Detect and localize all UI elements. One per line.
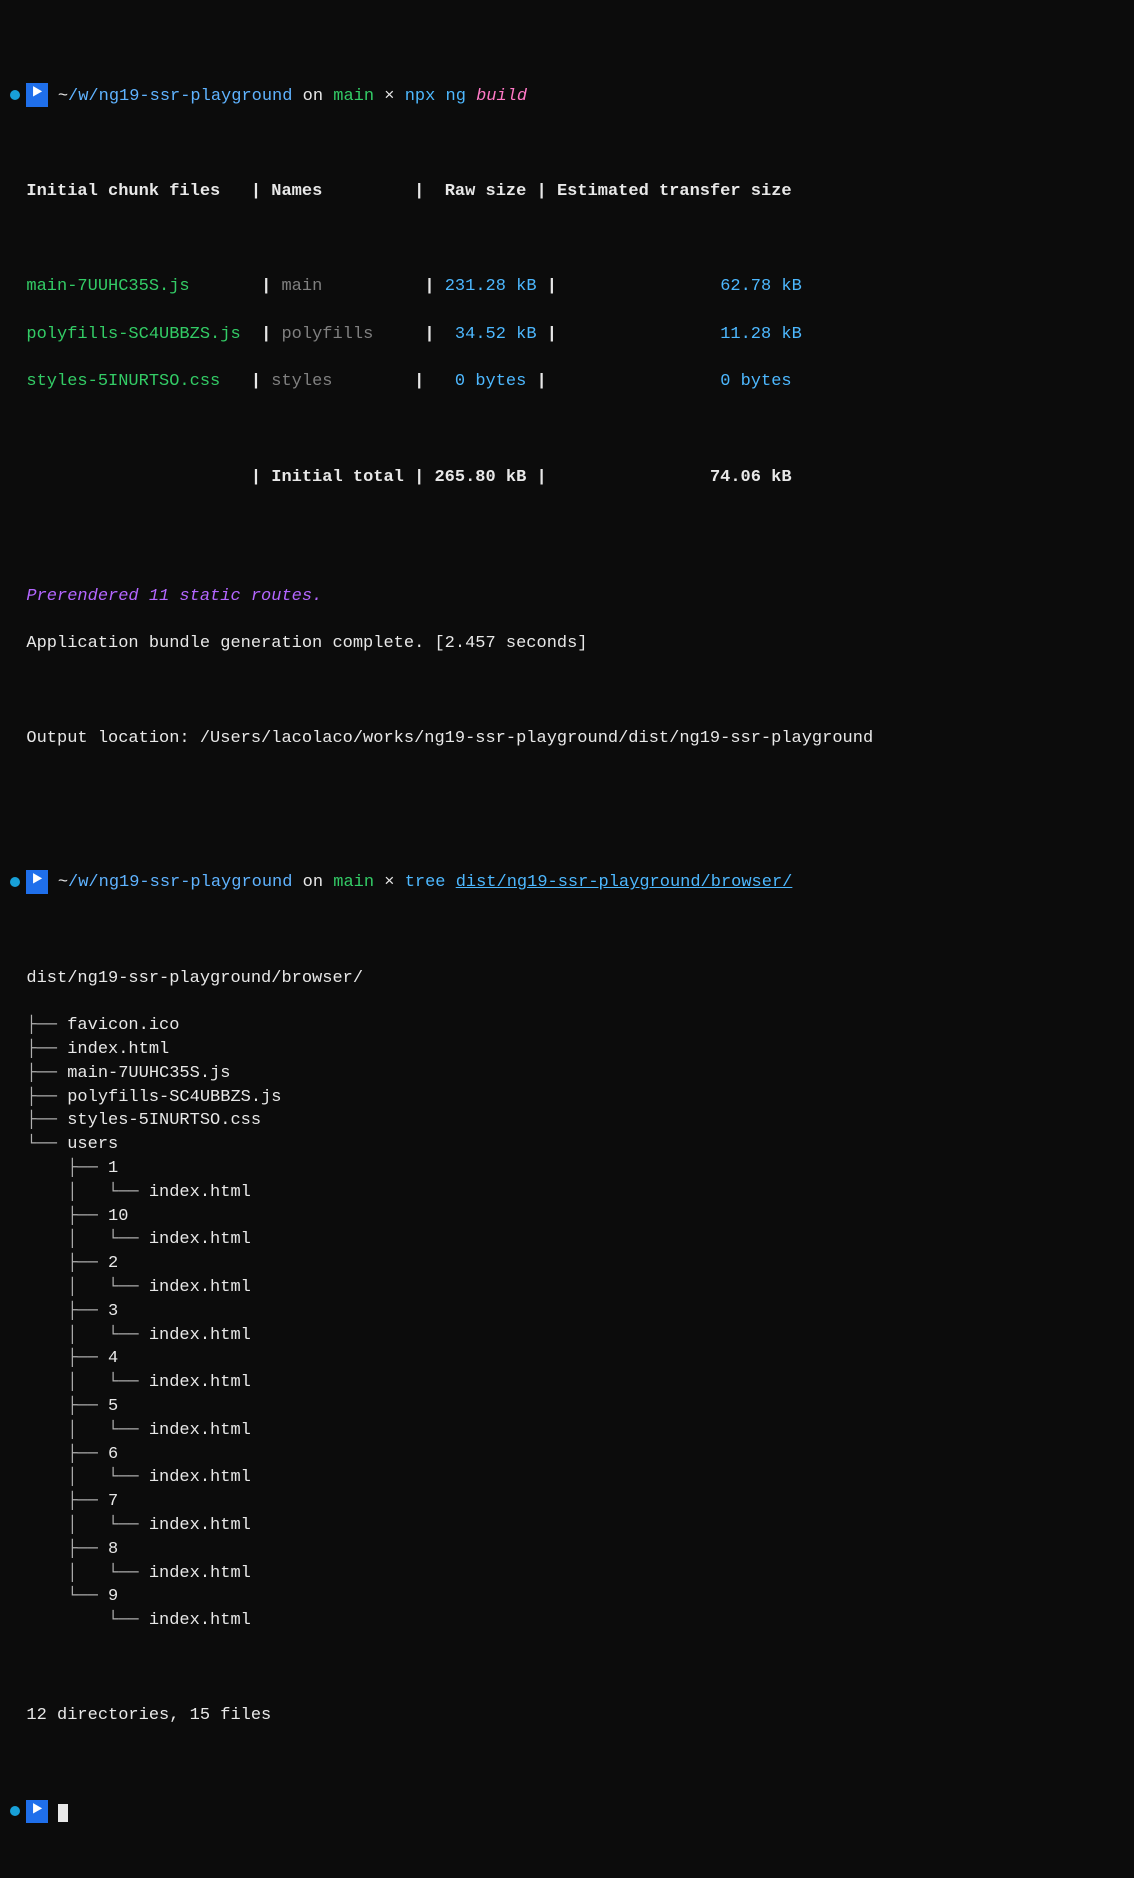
tree-summary: 12 directories, 15 files [6,1704,1128,1728]
tree-line: ├── 5 [6,1395,1128,1419]
blank-line [6,775,1128,799]
prompt-line-2: ⯈ ~/w/ng19-ssr-playground on main × tree… [6,870,1128,895]
tree-line: ├── 3 [6,1300,1128,1324]
build-table-header: Initial chunk files | Names | Raw size |… [6,180,1128,204]
tree-line: │ └── index.html [6,1324,1128,1348]
tree-line: │ └── index.html [6,1419,1128,1443]
prompt-text: ⯈ ~/w/ng19-ssr-playground on main × npx … [26,87,527,106]
build-table-total: | Initial total | 265.80 kB | 74.06 kB [6,466,1128,490]
cursor-icon [58,1804,68,1822]
prompt-line-1: ⯈ ~/w/ng19-ssr-playground on main × npx … [6,83,1128,108]
tree-root: dist/ng19-ssr-playground/browser/ [6,967,1128,991]
prompt-badge-icon: ⯈ [26,870,48,894]
terminal-output[interactable]: ⯈ ~/w/ng19-ssr-playground on main × npx … [0,0,1134,1878]
output-location-line: Output location: /Users/lacolaco/works/n… [6,727,1128,751]
tree-line: ├── index.html [6,1038,1128,1062]
prompt-text: ⯈ ~/w/ng19-ssr-playground on main × tree… [26,873,792,892]
tree-line: │ └── index.html [6,1276,1128,1300]
tree-line: └── 9 [6,1585,1128,1609]
tree-line: │ └── index.html [6,1181,1128,1205]
blank-line [6,418,1128,442]
build-table-row: styles-5INURTSO.css | styles | 0 bytes |… [6,370,1128,394]
tree-line: ├── 2 [6,1252,1128,1276]
tree-line: ├── polyfills-SC4UBBZS.js [6,1086,1128,1110]
tree-listing: ├── favicon.ico ├── index.html ├── main-… [6,1014,1128,1633]
blank-line [6,680,1128,704]
build-table-row: polyfills-SC4UBBZS.js | polyfills | 34.5… [6,323,1128,347]
tree-line: ├── 10 [6,1205,1128,1229]
build-table-row: main-7UUHC35S.js | main | 231.28 kB | 62… [6,275,1128,299]
blank-line [6,1657,1128,1681]
tree-line: │ └── index.html [6,1371,1128,1395]
tree-line: ├── styles-5INURTSO.css [6,1109,1128,1133]
tree-line: ├── main-7UUHC35S.js [6,1062,1128,1086]
prerender-line: Prerendered 11 static routes. [6,585,1128,609]
status-dot-icon [10,90,20,100]
tree-line: ├── favicon.ico [6,1014,1128,1038]
tree-line: ├── 6 [6,1443,1128,1467]
prompt-line-3[interactable]: ⯈ [6,1800,1128,1825]
tree-line: │ └── index.html [6,1466,1128,1490]
complete-line: Application bundle generation complete. … [6,632,1128,656]
tree-line: ├── 4 [6,1347,1128,1371]
status-dot-icon [10,877,20,887]
prompt-badge-icon: ⯈ [26,1800,48,1824]
prompt-badge-icon: ⯈ [26,83,48,107]
tree-line: └── users [6,1133,1128,1157]
blank-line [6,513,1128,537]
tree-line: │ └── index.html [6,1562,1128,1586]
tree-line: │ └── index.html [6,1228,1128,1252]
tree-line: ├── 8 [6,1538,1128,1562]
tree-line: ├── 7 [6,1490,1128,1514]
tree-line: ├── 1 [6,1157,1128,1181]
tree-line: └── index.html [6,1609,1128,1633]
status-dot-icon [10,1806,20,1816]
tree-line: │ └── index.html [6,1514,1128,1538]
